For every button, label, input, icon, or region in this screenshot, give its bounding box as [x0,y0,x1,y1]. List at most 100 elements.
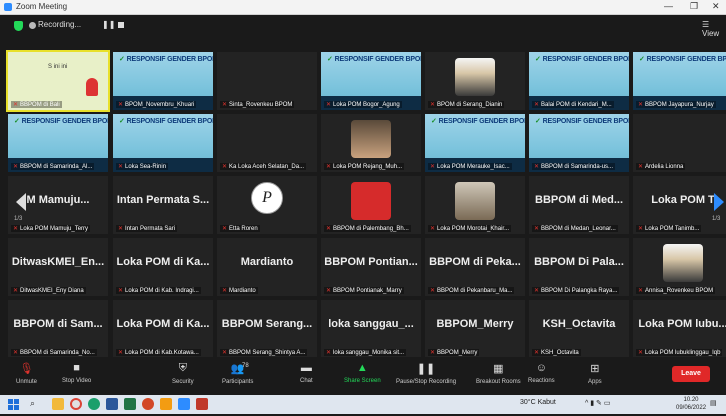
muted-mic-icon: ✕ [430,102,436,108]
participant-tile[interactable]: ✓ RESPONSIF GENDER BPOM ✕ Loka POM Bogor_Ag… [321,52,421,110]
participant-tile[interactable]: ✓ RESPONSIF GENDER BPOM ✕ BBPOM di Samarind… [8,114,108,172]
participant-tile[interactable]: Loka POM lubu... ✕ Loka POM lubuklinggau_I… [633,300,726,358]
participant-name-label: ✕ BBPOM di Bali [11,101,62,108]
participant-tile[interactable]: ✓ RESPONSIF GENDER BPOM ✕ Loka POM Merauke_… [425,114,525,172]
participant-tile[interactable]: Mardianto ✕ Mardianto [217,238,317,296]
participant-tile[interactable]: DitwasKMEI_En... ✕ DitwasKMEI_Eny Diana [8,238,108,296]
word-icon[interactable] [106,398,118,410]
participant-tile[interactable]: ✕ Loka POM Rejang_Muh... [321,114,421,172]
participant-tile[interactable]: loka sanggau_... ✕ loka sanggau_Monika sit… [321,300,421,358]
participant-name: Balai POM di Kendari_M... [541,102,612,108]
participant-tile[interactable]: BBPOM Di Pala... ✕ BBPOM Di Palangka Raya.… [529,238,629,296]
restore-icon[interactable]: ❐ [690,1,698,12]
muted-mic-icon: ✕ [222,226,228,232]
zoom-taskbar-icon[interactable] [178,398,190,410]
breakout-rooms-button[interactable]: ▦ Breakout Rooms [476,362,521,385]
participant-tile[interactable]: ✓ RESPONSIF GENDER BPOM ✕ BBPOM di Samarind… [529,114,629,172]
participants-button[interactable]: 👥 78 Participants [222,362,253,385]
participant-tile[interactable]: ✕ Loka POM Morotai_Khair... [425,176,525,234]
recording-status: Recording... [38,20,82,29]
participant-tile[interactable]: ✕ Annisa_Rovenkeu BPOM [633,238,726,296]
mic-off-icon: 🎙 [19,363,34,375]
participant-tile[interactable]: P ✕ Etta Roren [217,176,317,234]
participant-tile[interactable]: BBPOM Serang... ✕ BBPOM Serang_Shintya A..… [217,300,317,358]
view-button[interactable]: ☰ View [702,20,726,38]
app-icon-7[interactable] [160,398,172,410]
search-icon[interactable]: ⌕ [30,398,35,409]
participant-name-label: ✕ Loka POM di Kab. Indragi... [116,287,201,294]
chat-button[interactable]: ▬ Chat [300,362,313,384]
muted-mic-icon: ✕ [118,164,124,170]
toolbar-label: Unmute [16,379,38,385]
muted-mic-icon: ✕ [222,350,228,356]
participant-display-name: loka sanggau_... [328,318,414,330]
pause-recording-icon[interactable]: ❚❚ [102,20,115,29]
minimize-icon[interactable]: — [664,1,673,11]
breakout-icon: ▦ [493,363,504,375]
clock[interactable]: 10.20 09/06/2022 [676,396,706,412]
participant-tile[interactable]: S ini ini ✕ BBPOM di Bali [6,50,110,112]
participant-tile[interactable]: Loka POM T ✕ Loka POM Tanimb... [633,176,726,234]
next-page-button[interactable] [714,193,724,216]
participant-tile[interactable]: BBPOM di Med... ✕ BBPOM di Medan_Leonar... [529,176,629,234]
participant-tile[interactable]: Intan Permata S... ✕ Intan Permata Sari [113,176,213,234]
participant-tile[interactable]: ✓ RESPONSIF GENDER BPOM ✕ Balai POM di Kend… [529,52,629,110]
muted-mic-icon: ✕ [118,102,124,108]
reactions-button[interactable]: ☺ Reactions [528,362,555,384]
participant-tile[interactable]: KSH_Octavita ✕ KSH_Octavita [529,300,629,358]
pause-stop-recording-button[interactable]: ❚❚ Pause/Stop Recording [396,362,456,385]
participant-tile[interactable]: ✕ BPOM di Serang_Dianin [425,52,525,110]
participant-name-label: ✕ BBPOM di Samarinda_No... [11,349,97,356]
muted-mic-icon: ✕ [326,350,332,356]
weather-status[interactable]: 30°C Kabut [520,399,556,406]
participant-tile[interactable]: Loka POM di Ka... ✕ Loka POM di Kab. Indra… [113,238,213,296]
muted-mic-icon: ✕ [638,350,644,356]
file-explorer-icon[interactable] [52,398,64,410]
participant-tile[interactable]: ✓ RESPONSIF GENDER BPOM ✕ Loka Sea-Rinin [113,114,213,172]
participant-tile[interactable]: BBPOM di Peka... ✕ BBPOM di Pekanbaru_Ma..… [425,238,525,296]
notification-icon[interactable]: ▤ [710,399,717,407]
tray-icons[interactable]: ^ ▮ ✎ ▭ [585,399,610,407]
shield-icon: ⛨ [178,362,187,374]
prev-page-button[interactable] [16,193,26,216]
participant-video [455,58,495,96]
participant-tile[interactable]: ✕ Sinta_Rovenkeu BPOM [217,52,317,110]
participant-tile[interactable]: ✕ Ka Loka Aceh Selatan_Da... [217,114,317,172]
participant-tile[interactable]: BBPOM_Merry ✕ BBPOM_Merry [425,300,525,358]
muted-mic-icon: ✕ [638,102,644,108]
muted-mic-icon: ✕ [222,164,228,170]
participant-name: KSH_Octavita [541,350,579,356]
leave-button[interactable]: Leave [672,366,710,382]
security-button[interactable]: ⛨ Security [172,362,194,385]
encryption-shield-icon[interactable] [14,21,23,31]
participant-name-label: ✕ Loka POM Tanimb... [636,225,702,232]
chrome-icon[interactable] [70,398,82,410]
participant-tile[interactable]: BBPOM Pontian... ✕ BBPOM Pontianak_Marry [321,238,421,296]
shared-slide-text: S ini ini [48,64,68,70]
windows-start-icon[interactable] [8,398,20,416]
share-screen-button[interactable]: ▲ Share Screen [344,362,381,384]
participant-name: Intan Permata Sari [125,226,176,232]
participant-tile[interactable]: ✕ BBPOM di Palembang_Bh... [321,176,421,234]
muted-mic-icon: ✕ [222,102,228,108]
participant-tile[interactable]: Loka POM di Ka... ✕ Loka POM di Kab.Kotawa… [113,300,213,358]
stop-recording-icon[interactable] [118,22,124,28]
muted-mic-icon: ✕ [13,102,19,108]
participant-tile[interactable]: ✓ RESPONSIF GENDER BPOM ✕ BPOM_Novembru_Khu… [113,52,213,110]
edge-icon[interactable] [88,398,100,410]
stop-video-button[interactable]: ■ Stop Video [62,362,91,384]
unmute-button[interactable]: 🎙 Unmute [16,362,37,385]
participant-display-name: Loka POM lubu... [638,318,726,330]
participant-tile[interactable]: ✕ Ardelia Lionna [633,114,726,172]
acrobat-icon[interactable] [196,398,208,410]
powerpoint-icon[interactable] [142,398,154,410]
excel-icon[interactable] [124,398,136,410]
participant-name: BBPOM Jayapura_Nurjay [645,102,714,108]
participant-tile[interactable]: ✓RESPONSIF GENDER BPOM ✕BBPOM Jayapura_Nu… [633,52,726,110]
participant-tile[interactable]: BBPOM di Sam... ✕ BBPOM di Samarinda_No... [8,300,108,358]
toolbar-label: Participants [222,379,254,385]
share-screen-icon: ▲ [356,362,368,374]
apps-button[interactable]: ⊞ Apps [588,362,602,385]
close-icon[interactable]: ✕ [712,1,720,12]
participant-name-label: ✕ Ardelia Lionna [636,163,686,170]
